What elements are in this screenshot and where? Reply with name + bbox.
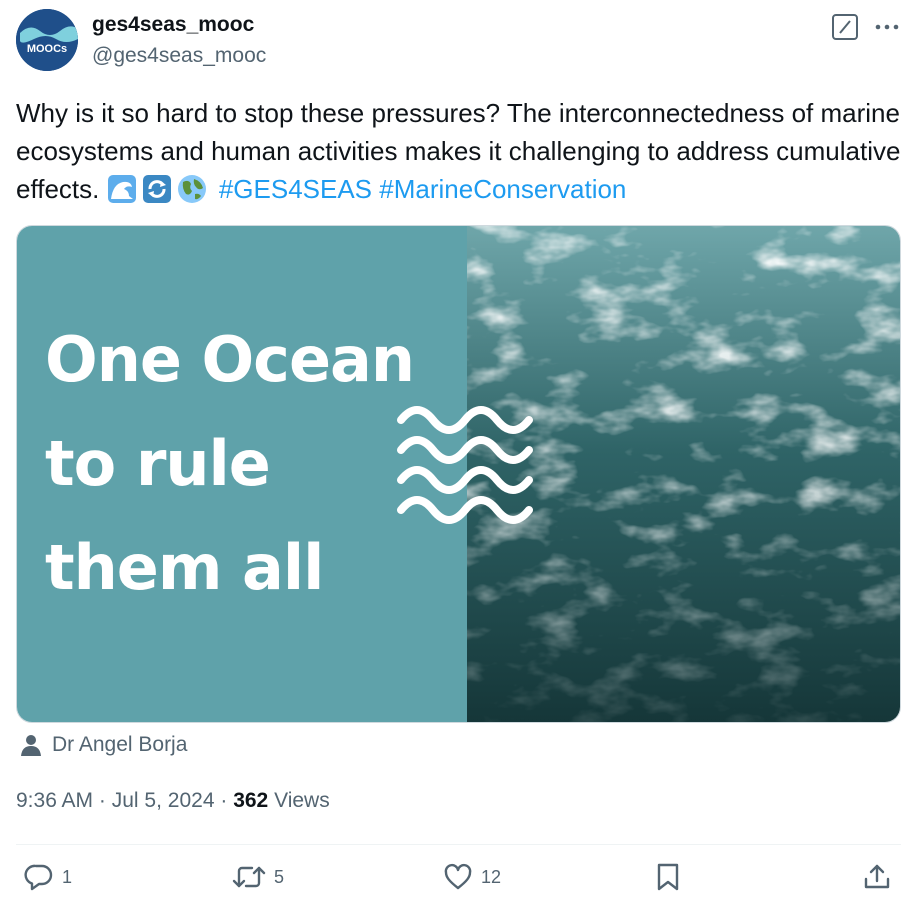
display-name[interactable]: ges4seas_mooc [92,13,254,37]
heart-icon [444,863,472,890]
reply-button[interactable]: 1 [24,862,72,892]
arrows-cycle-icon [142,174,172,204]
repost-count: 5 [274,866,285,887]
user-handle[interactable]: @ges4seas_mooc [92,44,266,68]
tagged-people[interactable]: Dr Angel Borja [20,733,187,757]
more-options-icon[interactable] [872,14,902,40]
image-caption-line: them all [45,531,324,604]
hashtag-link[interactable]: #MarineConservation [379,174,626,204]
image-caption: One Ocean to rule them all [45,308,415,620]
image-caption-line: One Ocean [45,323,415,396]
separator: · [98,789,106,812]
reply-icon [24,864,53,891]
tweet-meta: 9:36 AM · Jul 5, 2024 · 362 Views [16,789,330,813]
views-label: Views [274,789,330,812]
divider [16,844,901,845]
tweet-text: Why is it so hard to stop these pressure… [16,94,911,208]
waves-icon [397,406,533,524]
tweet-image[interactable]: One Ocean to rule them all [16,225,901,723]
image-caption-line: to rule [45,427,271,500]
avatar-logo-text: MOOCs [27,43,67,55]
share-icon [864,864,890,889]
person-icon [21,735,41,756]
reply-count: 1 [62,866,73,887]
tweet-time[interactable]: 9:36 AM [16,789,93,812]
hashtag-link[interactable]: #GES4SEAS [219,174,372,204]
views-count: 362 [233,789,269,812]
avatar[interactable]: MOOCs [16,9,78,71]
tweet-date[interactable]: Jul 5, 2024 [112,789,215,812]
like-count: 12 [481,866,502,887]
repost-icon [232,866,266,888]
bookmark-icon [657,863,679,891]
separator: · [220,789,228,812]
globe-icon [177,174,207,204]
grok-icon[interactable] [832,14,858,40]
share-button[interactable] [862,862,892,892]
tagged-person-name[interactable]: Dr Angel Borja [52,733,187,757]
water-wave-icon [107,174,137,204]
bookmark-button[interactable] [655,862,681,892]
like-button[interactable]: 12 [443,862,501,892]
repost-button[interactable]: 5 [232,862,284,892]
